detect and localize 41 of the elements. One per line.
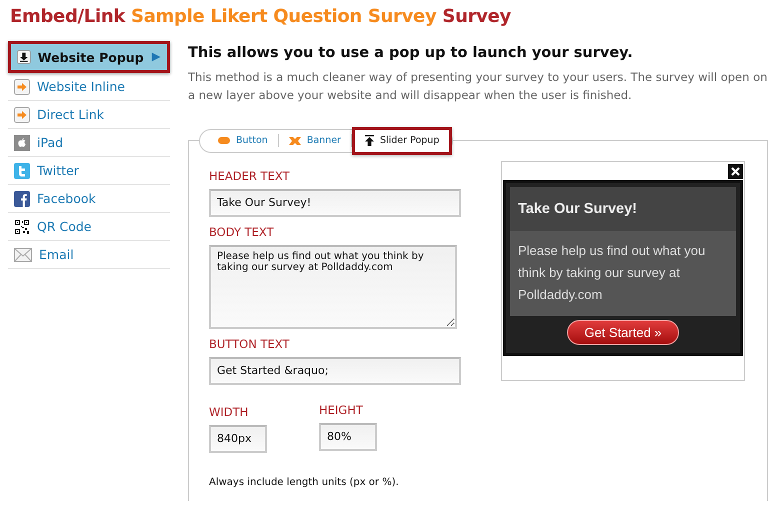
sidebar-item[interactable]: Website Inline: [8, 73, 170, 101]
qr-code-icon: [14, 218, 30, 234]
twitter-icon: [14, 162, 30, 178]
apple-icon: [14, 134, 30, 150]
sidebar-item[interactable]: Website Popup: [8, 41, 170, 73]
field-label: BUTTON TEXT: [209, 336, 290, 351]
get-started-button[interactable]: Get Started »: [567, 320, 679, 345]
description-text: This method is a much cleaner way of presenting your survey to your users. The survey will open on a new layer above your website and will disappear when the user is finished.: [188, 69, 768, 104]
triangle-icon: [150, 51, 161, 63]
input-field[interactable]: Get Started &raquo;: [209, 356, 461, 385]
field-label: BODY TEXT: [209, 224, 275, 239]
input-field[interactable]: 80%: [319, 422, 377, 451]
popup-title: Take Our Survey!: [510, 186, 736, 232]
sidebar-item[interactable]: Twitter: [8, 157, 170, 185]
envelope-icon: [14, 248, 32, 262]
sidebar-item[interactable]: iPad: [8, 129, 170, 157]
field-label: WIDTH: [209, 404, 250, 419]
tab[interactable]: Slider Popup: [352, 126, 452, 155]
text-area[interactable]: Please help us find out what you think by taking our survey at Polldaddy.com: [209, 244, 457, 329]
hint-text: Always include length units (px or %).: [209, 476, 400, 488]
sidebar-item[interactable]: QR Code: [8, 213, 170, 241]
download-icon: [17, 49, 31, 65]
page-title: Embed/Link: [10, 6, 126, 27]
pill-icon: [218, 137, 230, 144]
tab[interactable]: Banner: [278, 130, 351, 152]
facebook-icon: [14, 190, 30, 206]
upload-icon: [364, 135, 374, 146]
sidebar-item[interactable]: Direct Link: [8, 101, 170, 129]
field-label: HEADER TEXT: [209, 168, 291, 183]
page-title: Survey: [442, 6, 511, 27]
close-icon[interactable]: [728, 164, 743, 179]
field-label: HEIGHT: [319, 402, 364, 417]
tab[interactable]: Button: [208, 130, 278, 152]
section-heading: This allows you to use a pop up to launch your survey.: [188, 45, 634, 61]
page-title: Sample Likert Question Survey: [131, 6, 436, 27]
sidebar-item[interactable]: Email: [8, 241, 170, 269]
input-field[interactable]: 840px: [209, 424, 267, 453]
input-field[interactable]: Take Our Survey!: [209, 188, 461, 217]
sidebar-item[interactable]: Facebook: [8, 185, 170, 213]
ribbon-icon: [288, 136, 301, 145]
popup-body-text: Please help us find out what you think by taking our survey at Polldaddy.com: [510, 232, 736, 316]
